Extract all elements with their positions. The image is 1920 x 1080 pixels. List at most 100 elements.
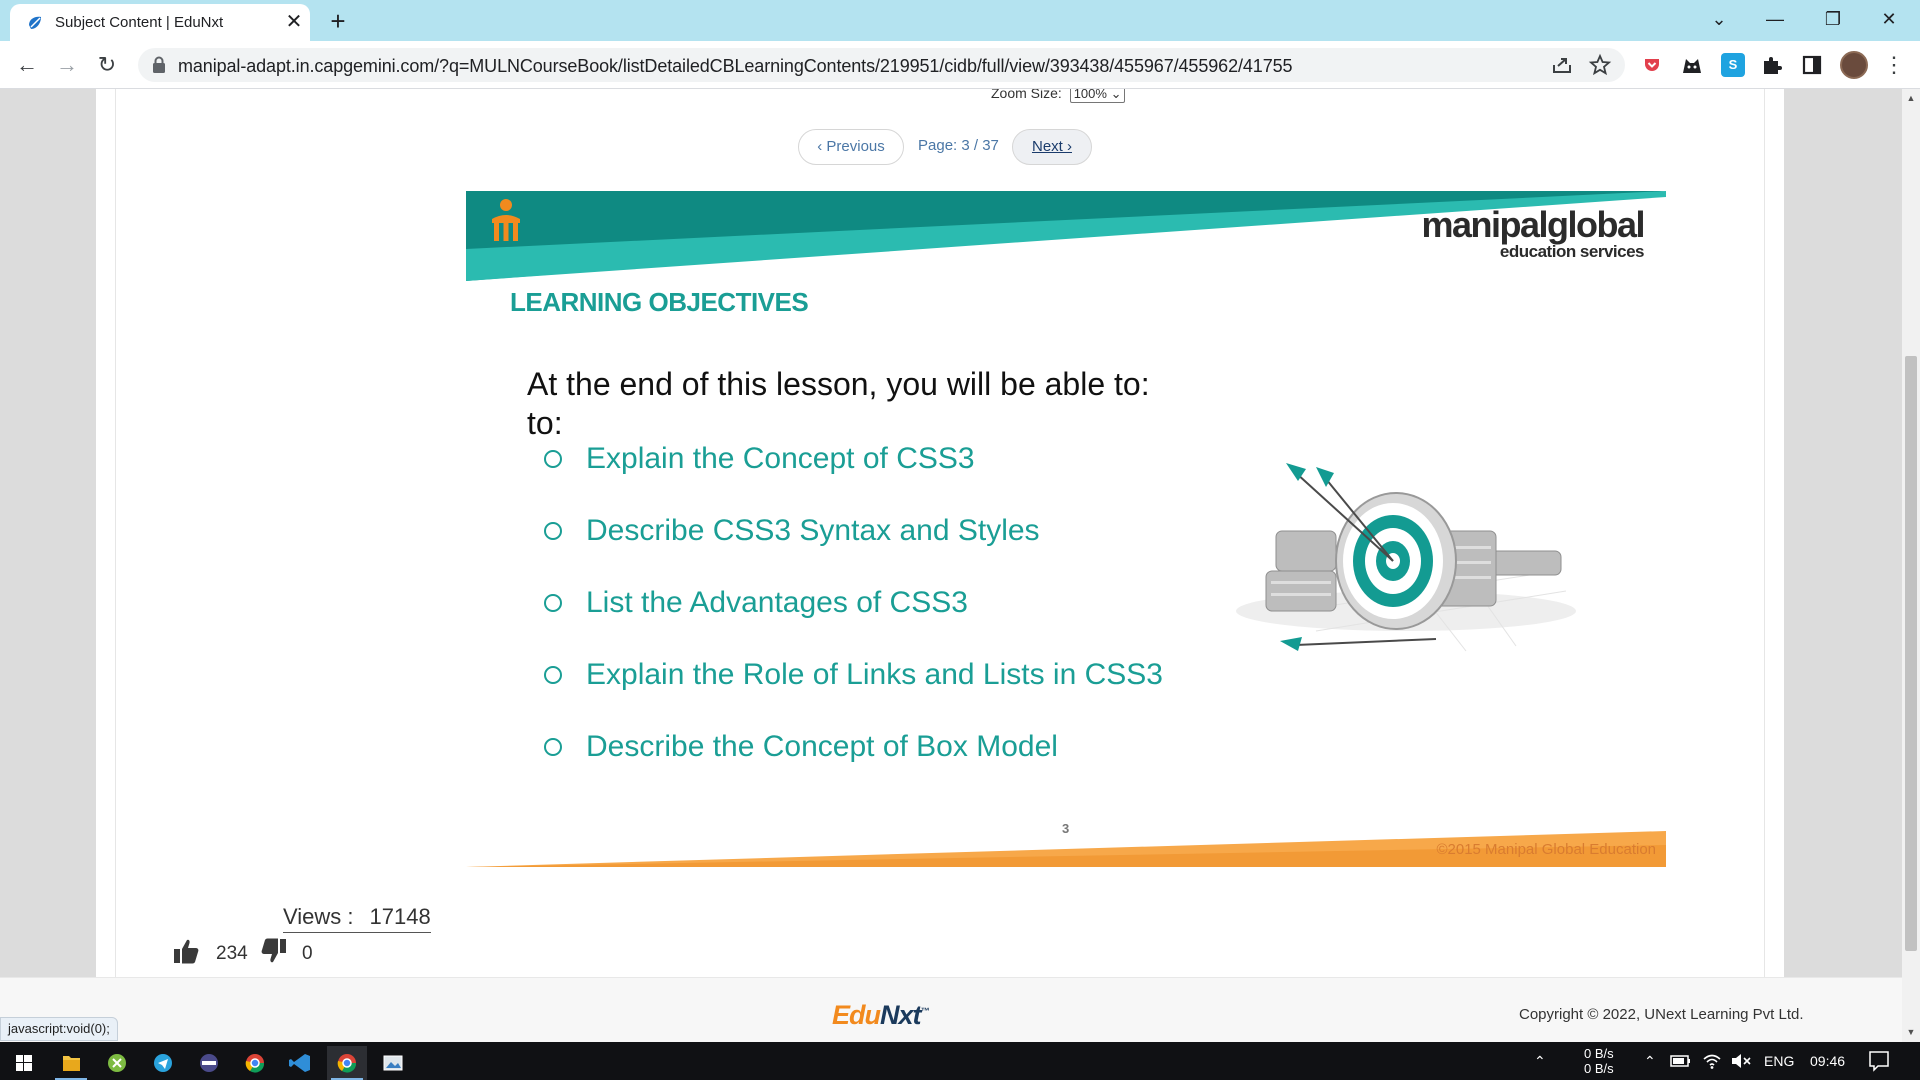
likes-count: 234 — [216, 943, 248, 964]
notifications-icon[interactable] — [1868, 1050, 1890, 1072]
new-tab-button[interactable]: + — [323, 6, 353, 36]
windows-taskbar: ⌃ 0 B/s 0 B/s ⌃ ENG 09:46 — [0, 1042, 1920, 1080]
browser-toolbar: ← → ↻ manipal-adapt.in.capgemini.com/?q=… — [0, 41, 1920, 89]
edunxt-favicon-icon — [29, 16, 41, 29]
zoom-value: 100% — [1073, 89, 1107, 101]
brand-subtitle: education services — [1499, 242, 1645, 261]
language-indicator[interactable]: ENG — [1764, 1042, 1794, 1080]
page-viewport: Zoom Size: 100% ⌄ ‹ Previous Page: 3 / 3… — [0, 89, 1902, 1042]
views-count: 17148 — [369, 904, 431, 929]
side-panel-icon[interactable] — [1800, 53, 1824, 77]
brand-name: manipalglobal — [1421, 204, 1645, 245]
objective-item: Explain the Role of Links and Lists in C… — [544, 655, 1163, 727]
lesson-slide: manipalglobal education services LEARNIN… — [466, 191, 1666, 867]
tab-search-chevron-icon[interactable]: ⌄ — [1696, 0, 1742, 41]
browser-tab-strip: Subject Content | EduNxt ✕ + ⌄ — ❐ ✕ — [0, 0, 1920, 41]
chrome-icon[interactable] — [235, 1046, 275, 1080]
circle-bullet-icon — [544, 522, 562, 540]
circle-bullet-icon — [544, 594, 562, 612]
tray-expand-icon[interactable]: ⌃ — [1534, 1042, 1546, 1080]
show-hidden-icon[interactable]: ⌃ — [1644, 1042, 1656, 1080]
thumbs-up-icon[interactable] — [172, 937, 200, 965]
profile-avatar[interactable] — [1840, 51, 1868, 79]
objectives-list: Explain the Concept of CSS3 Describe CSS… — [544, 439, 1163, 799]
circle-bullet-icon — [544, 738, 562, 756]
wifi-icon[interactable] — [1702, 1052, 1722, 1070]
dislikes-count: 0 — [302, 943, 313, 964]
file-explorer-icon[interactable] — [51, 1046, 91, 1080]
close-tab-icon[interactable]: ✕ — [283, 11, 305, 33]
url-text[interactable]: manipal-adapt.in.capgemini.com/?q=MULNCo… — [178, 56, 1293, 77]
browser-tab[interactable]: Subject Content | EduNxt ✕ — [10, 4, 310, 41]
circle-bullet-icon — [544, 666, 562, 684]
chrome-active-icon[interactable] — [327, 1046, 367, 1080]
extensions-puzzle-icon[interactable] — [1760, 53, 1784, 77]
views-label: Views : — [283, 904, 354, 929]
content-inner: Zoom Size: 100% ⌄ ‹ Previous Page: 3 / 3… — [115, 89, 1765, 977]
scrollbar-thumb[interactable] — [1905, 356, 1917, 951]
page-indicator: Page: 3 / 37 — [918, 137, 999, 154]
pocket-icon[interactable] — [1640, 53, 1664, 77]
objective-text: List the Advantages of CSS3 — [586, 586, 968, 619]
share-icon[interactable] — [1550, 53, 1574, 77]
zoom-control: Zoom Size: 100% ⌄ — [991, 89, 1126, 103]
manipal-global-logo: manipalglobal education services — [1421, 204, 1645, 262]
restore-button[interactable]: ❐ — [1810, 0, 1856, 41]
logo-edu: Edu — [832, 1000, 881, 1030]
vertical-scrollbar[interactable]: ▲ ▼ — [1902, 89, 1920, 1042]
footer-copyright: Copyright © 2022, UNext Learning Pvt Ltd… — [1519, 1006, 1804, 1023]
next-button[interactable]: Next › — [1012, 129, 1092, 165]
address-bar[interactable]: manipal-adapt.in.capgemini.com/?q=MULNCo… — [138, 48, 1625, 82]
objective-text: Explain the Concept of CSS3 — [586, 442, 975, 475]
clock[interactable]: 09:46 — [1810, 1042, 1845, 1080]
app-purple-icon[interactable] — [189, 1046, 229, 1080]
objective-item: Describe CSS3 Syntax and Styles — [544, 511, 1163, 583]
extension-s-icon[interactable]: S — [1721, 53, 1745, 77]
extension-cat-icon[interactable] — [1680, 53, 1704, 77]
intro-line2: to: — [527, 405, 563, 441]
manipal-emblem-icon — [492, 199, 520, 241]
slide-page-number: 3 — [1062, 821, 1070, 836]
bookmark-star-icon[interactable] — [1588, 53, 1612, 77]
edunxt-logo[interactable]: EduNxt™ — [832, 1000, 930, 1031]
screenshot-tool-icon[interactable] — [373, 1046, 413, 1080]
logo-nxt: Nxt — [880, 1000, 922, 1030]
battery-icon[interactable] — [1670, 1052, 1692, 1070]
logo-tm: ™ — [920, 1006, 930, 1016]
browser-menu-icon[interactable]: ⋮ — [1882, 51, 1906, 79]
slide-intro: At the end of this lesson, you will be a… — [527, 365, 1207, 443]
net-upload: 0 B/s — [1584, 1046, 1614, 1061]
objective-text: Describe CSS3 Syntax and Styles — [586, 514, 1040, 547]
status-bubble: javascript:void(0); — [0, 1017, 118, 1041]
windows-start-icon[interactable] — [4, 1046, 44, 1080]
app-green-icon[interactable] — [97, 1046, 137, 1080]
content-card: Zoom Size: 100% ⌄ ‹ Previous Page: 3 / 3… — [96, 89, 1784, 977]
views-counter: Views : 17148 — [283, 904, 431, 933]
scroll-down-arrow-icon[interactable]: ▼ — [1906, 1027, 1916, 1037]
tab-title: Subject Content | EduNxt — [55, 14, 224, 31]
back-button[interactable]: ← — [12, 50, 42, 80]
lock-icon[interactable] — [152, 56, 166, 74]
reload-button[interactable]: ↻ — [92, 50, 122, 80]
slide-title: LEARNING OBJECTIVES — [510, 287, 809, 317]
telegram-icon[interactable] — [143, 1046, 183, 1080]
previous-button[interactable]: ‹ Previous — [798, 129, 904, 165]
network-speed: 0 B/s 0 B/s — [1584, 1046, 1614, 1076]
zoom-label: Zoom Size: — [991, 89, 1062, 101]
intro-main: At the end of this lesson, you will be a… — [527, 366, 1115, 402]
objective-text: Explain the Role of Links and Lists in C… — [586, 658, 1163, 691]
vscode-icon[interactable] — [281, 1046, 321, 1080]
forward-button[interactable]: → — [52, 50, 82, 80]
objective-item: Explain the Concept of CSS3 — [544, 439, 1163, 511]
objective-item: List the Advantages of CSS3 — [544, 583, 1163, 655]
minimize-button[interactable]: — — [1752, 0, 1798, 41]
thumbs-down-icon[interactable] — [260, 937, 288, 965]
scroll-up-arrow-icon[interactable]: ▲ — [1906, 93, 1916, 103]
volume-muted-icon[interactable] — [1730, 1052, 1752, 1070]
page-footer: EduNxt™ Copyright © 2022, UNext Learning… — [0, 977, 1902, 1042]
slide-copyright: ©2015 Manipal Global Education — [1436, 841, 1656, 858]
close-window-button[interactable]: ✕ — [1866, 0, 1912, 41]
zoom-select[interactable]: 100% ⌄ — [1069, 89, 1126, 103]
objective-item: Describe the Concept of Box Model — [544, 727, 1163, 799]
intro-tail: to: — [1114, 366, 1150, 402]
